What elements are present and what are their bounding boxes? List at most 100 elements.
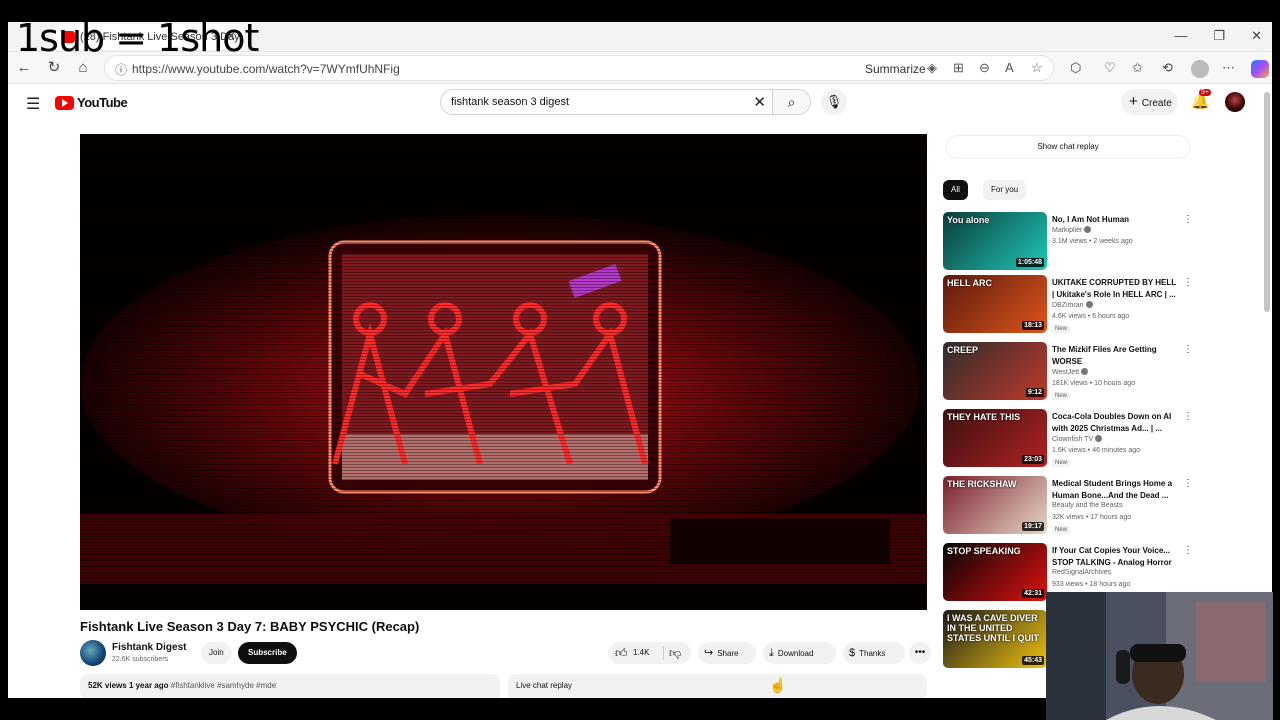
thumbs-down-icon[interactable]: 👎︎ (669, 642, 681, 664)
translate-icon[interactable]: ◈ (927, 60, 937, 76)
share-icon: ↪ (704, 647, 714, 659)
recommendation-item[interactable]: You alone 1:05:48 No, I Am Not Human Markip… (943, 212, 1193, 272)
recommendation-item[interactable]: THE RICKSHAW 19:17 Medical Student Brings … (943, 476, 1193, 536)
download-label: Download (777, 649, 814, 658)
favorite-star-icon[interactable]: ☆ (1031, 60, 1043, 76)
voice-search-button[interactable]: 🎙 (821, 89, 847, 115)
recommendation-channel[interactable]: Beauty and the Beasts (1052, 502, 1122, 509)
hashtags[interactable]: #fishtanklive #samhyde #mde (171, 681, 276, 690)
more-options-icon[interactable]: ⋮ (1183, 478, 1193, 489)
favorites-icon[interactable]: ✩ (1132, 60, 1143, 76)
more-options-icon[interactable]: ⋮ (1183, 344, 1193, 355)
channel-label[interactable]: Markiplier (1052, 227, 1082, 234)
show-chat-replay-button[interactable]: Show chat replay (946, 135, 1190, 159)
recommendation-channel[interactable]: WestJett (1052, 368, 1089, 376)
more-options-icon[interactable]: ⋮ (1183, 277, 1193, 288)
chip-all[interactable]: All (943, 180, 968, 200)
video-player[interactable] (80, 134, 927, 610)
clear-search-icon[interactable]: ✕ (753, 93, 766, 111)
chip-for-you[interactable]: For you (983, 180, 1027, 200)
extensions-icon[interactable]: ⬡ (1070, 60, 1081, 76)
back-icon[interactable]: ← (14, 58, 34, 78)
channel-label[interactable]: Beauty and the Beasts (1052, 502, 1122, 509)
youtube-logo[interactable]: YouTube (55, 95, 128, 110)
refresh-icon[interactable]: ↻ (44, 58, 64, 78)
profile-icon[interactable] (1191, 60, 1209, 78)
live-chat-replay-panel[interactable]: Live chat replay (508, 674, 927, 698)
summarize-button[interactable]: Summarize (865, 62, 926, 76)
video-thumbnail[interactable]: I WAS A CAVE DIVER IN THE UNITED STATES … (943, 610, 1047, 668)
menu-icon[interactable]: ☰ (26, 94, 40, 114)
recommendation-title[interactable]: The Mizkif Files Are Getting WORSE (1052, 344, 1180, 368)
search-query[interactable]: fishtank season 3 digest (451, 96, 569, 108)
minimize-icon[interactable]: — (1174, 28, 1187, 44)
video-thumbnail[interactable]: STOP SPEAKING 42:31 (943, 543, 1047, 601)
restore-icon[interactable]: ❐ (1213, 28, 1225, 44)
search-input[interactable]: fishtank season 3 digest ✕ (440, 89, 773, 115)
video-thumbnail[interactable]: HELL ARC 18:13 (943, 275, 1047, 333)
channel-avatar[interactable] (80, 640, 106, 666)
video-thumbnail[interactable]: THEY HATE THIS 23:03 (943, 409, 1047, 467)
recommendation-channel[interactable]: DBZimran (1052, 301, 1093, 309)
verified-icon (1084, 226, 1092, 233)
recommendation-channel[interactable]: Markiplier (1052, 226, 1092, 234)
download-button[interactable]: ⤓ Download (763, 642, 836, 664)
join-button[interactable]: Join (201, 642, 232, 664)
recommendation-title[interactable]: If Your Cat Copies Your Voice... STOP TA… (1052, 545, 1180, 569)
recommendation-title[interactable]: Medical Student Brings Home a Human Bone… (1052, 478, 1180, 502)
video-thumbnail[interactable]: THE RICKSHAW 19:17 (943, 476, 1047, 534)
close-window-icon[interactable]: ✕ (1251, 28, 1262, 44)
verified-icon (1081, 368, 1089, 375)
channel-label[interactable]: WestJett (1052, 369, 1079, 376)
like-dislike-group: 👍︎ 1.4K 👎︎ (608, 642, 691, 664)
apps-icon[interactable]: ⊞ (953, 60, 964, 76)
share-button[interactable]: ↪ Share (698, 642, 756, 664)
channel-label[interactable]: Clownfish TV (1052, 436, 1093, 443)
window-controls: — ❐ ✕ (1174, 28, 1262, 44)
thanks-button[interactable]: $ Thanks (843, 642, 905, 664)
copilot-icon[interactable] (1251, 60, 1269, 78)
youtube-play-icon (55, 95, 74, 110)
thanks-icon: $ (849, 647, 856, 659)
more-menu-icon[interactable]: ⋯ (1222, 60, 1235, 76)
scrollbar[interactable] (1264, 92, 1270, 312)
channel-name[interactable]: Fishtank Digest (112, 642, 186, 653)
recommendation-title[interactable]: Coca-Cola Doubles Down on AI with 2025 C… (1052, 411, 1180, 435)
logo-text: YouTube (77, 95, 128, 110)
read-aloud-icon[interactable]: A (1005, 60, 1014, 75)
description-box[interactable]: 52K views 1 year ago #fishtanklive #samh… (80, 674, 500, 698)
create-button[interactable]: + Create (1121, 89, 1178, 115)
recommendation-channel[interactable]: Clownfish TV (1052, 435, 1103, 443)
duration-badge: 18:13 (1022, 321, 1044, 330)
microphone-icon: 🎙 (825, 94, 843, 109)
more-options-icon[interactable]: ⋮ (1183, 545, 1193, 556)
plus-icon: + (1129, 93, 1138, 110)
thumbs-up-icon[interactable]: 👍︎ (615, 642, 628, 664)
home-icon[interactable]: ⌂ (73, 58, 93, 78)
recommendation-meta: 1.6K views • 46 minutes ago (1052, 447, 1141, 454)
channel-label[interactable]: RedSignalArchives (1052, 569, 1111, 576)
more-options-icon[interactable]: ⋮ (1183, 214, 1193, 225)
video-thumbnail[interactable]: You alone 1:05:48 (943, 212, 1047, 270)
search-button[interactable]: ⌕ (773, 89, 811, 115)
account-avatar[interactable] (1225, 92, 1245, 112)
url-text[interactable]: https://www.youtube.com/watch?v=7WYmfUhN… (132, 62, 400, 76)
share-label: Share (717, 649, 739, 658)
recommendation-channel[interactable]: RedSignalArchives (1052, 569, 1111, 576)
new-badge: New (1052, 325, 1071, 333)
recommendation-item[interactable]: THEY HATE THIS 23:03 Coca-Cola Doubles Dow… (943, 409, 1193, 469)
like-count[interactable]: 1.4K (633, 642, 649, 664)
subscribe-button[interactable]: Subscribe (238, 642, 297, 664)
site-info-icon[interactable]: ⓘ (115, 61, 127, 78)
channel-label[interactable]: DBZimran (1052, 302, 1084, 309)
browser-essentials-icon[interactable]: ♡ (1104, 60, 1116, 76)
zoom-icon[interactable]: ⊖ (979, 60, 990, 76)
video-thumbnail[interactable]: CREEP 9:12 (943, 342, 1047, 400)
more-options-icon[interactable]: ⋮ (1183, 411, 1193, 422)
more-actions-button[interactable]: ••• (909, 642, 931, 664)
recommendation-item[interactable]: HELL ARC 18:13 UKITAKE CORRUPTED BY HELL |… (943, 275, 1193, 335)
recommendation-item[interactable]: CREEP 9:12 The Mizkif Files Are Getting WO… (943, 342, 1193, 402)
recommendation-title[interactable]: UKITAKE CORRUPTED BY HELL | Ukitake's Ro… (1052, 277, 1180, 301)
recommendation-title[interactable]: No, I Am Not Human (1052, 214, 1180, 226)
history-icon[interactable]: ⟲ (1162, 60, 1173, 76)
